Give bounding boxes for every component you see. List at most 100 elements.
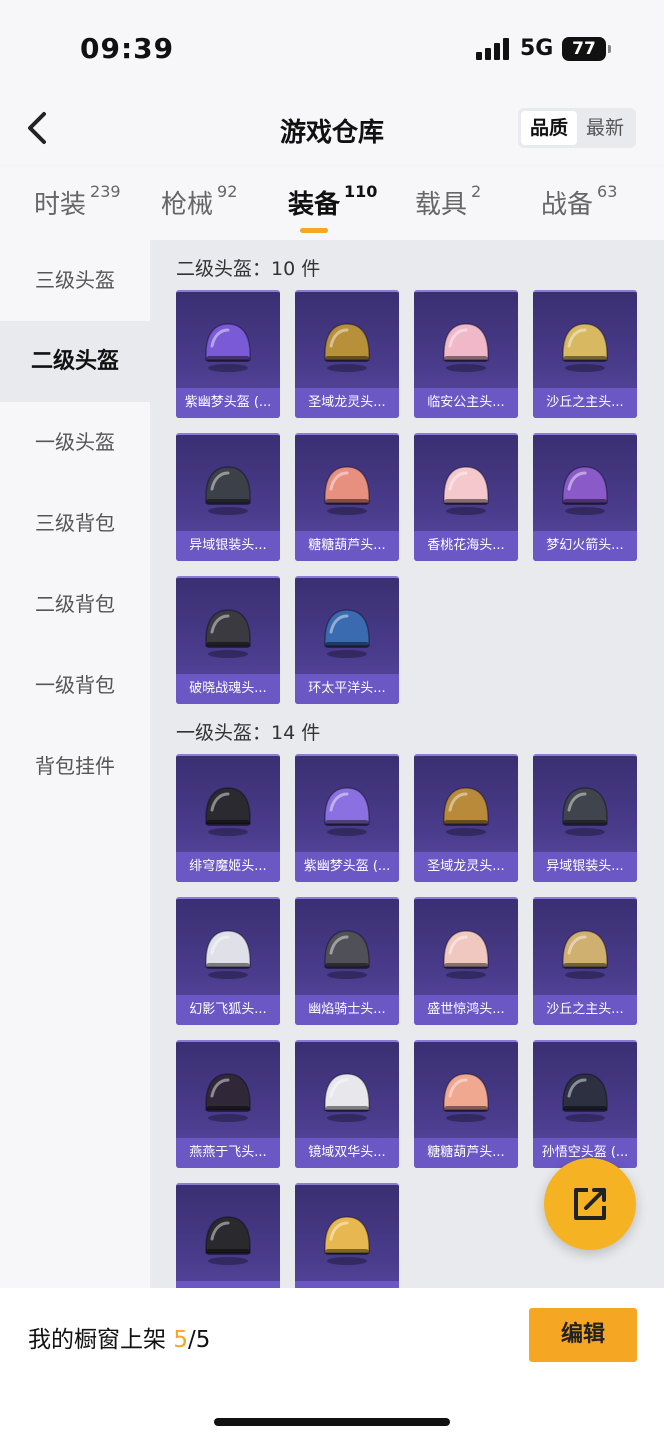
- helmet-icon: [443, 787, 489, 836]
- showcase-count: 我的橱窗上架 5/5: [28, 1327, 211, 1353]
- tab-guns[interactable]: 枪械 92: [161, 182, 237, 221]
- item-card[interactable]: 紫幽梦头盔 (...: [295, 754, 399, 882]
- item-name: 紫幽梦头盔 (...: [295, 852, 399, 882]
- item-card[interactable]: 幻影飞狐头...: [176, 897, 280, 1025]
- helmet-icon: [443, 466, 489, 515]
- network-label: 5G: [520, 36, 554, 61]
- helmet-icon: [562, 466, 608, 515]
- tab-equipment[interactable]: 装备 110: [288, 182, 377, 233]
- helmet-icon: [562, 787, 608, 836]
- item-card[interactable]: 香桃花海头...: [414, 433, 518, 561]
- helmet-icon: [205, 1073, 251, 1122]
- tab-vehicles[interactable]: 载具 2: [415, 182, 481, 221]
- item-name: 糖糖葫芦头...: [295, 531, 399, 561]
- item-name: 异域银装头...: [533, 852, 637, 882]
- sidebar-item-backpack-pendant[interactable]: 背包挂件: [0, 726, 150, 807]
- item-name: 香桃花海头...: [414, 531, 518, 561]
- helmet-icon: [205, 323, 251, 372]
- item-card[interactable]: 燕燕于飞头...: [176, 1040, 280, 1168]
- signal-icon: [476, 38, 510, 60]
- clock: 09:39: [80, 32, 175, 65]
- item-card[interactable]: 绯穹魔姬头...: [176, 754, 280, 882]
- sidebar-item-lvl1-helmet[interactable]: 一级头盔: [0, 402, 150, 483]
- section-title: 二级头盔：10 件: [176, 258, 321, 280]
- item-card[interactable]: 梦幻火箭头...: [533, 433, 637, 561]
- item-card[interactable]: [176, 1183, 280, 1290]
- section-title: 一级头盔：14 件: [176, 722, 321, 744]
- helmet-icon: [324, 323, 370, 372]
- item-name: 糖糖葫芦头...: [414, 1138, 518, 1168]
- item-name: 圣域龙灵头...: [295, 388, 399, 418]
- item-name: 环太平洋头...: [295, 674, 399, 704]
- helmet-icon: [205, 609, 251, 658]
- helmet-icon: [205, 787, 251, 836]
- item-card[interactable]: 环太平洋头...: [295, 576, 399, 704]
- helmet-icon: [443, 1073, 489, 1122]
- share-icon: [574, 1188, 606, 1220]
- item-name: 圣域龙灵头...: [414, 852, 518, 882]
- item-list[interactable]: 二级头盔：10 件 紫幽梦头盔 (... 圣域龙灵头... 临安公主头... 沙丘之主…: [150, 240, 664, 1290]
- item-card[interactable]: 异域银装头...: [176, 433, 280, 561]
- sidebar-item-lvl1-backpack[interactable]: 一级背包: [0, 645, 150, 726]
- item-name: 沙丘之主头...: [533, 388, 637, 418]
- item-name: 紫幽梦头盔 (...: [176, 388, 280, 418]
- helmet-icon: [443, 323, 489, 372]
- sidebar-item-lvl3-backpack[interactable]: 三级背包: [0, 483, 150, 564]
- item-card[interactable]: 沙丘之主头...: [533, 897, 637, 1025]
- item-name: 幽焰骑士头...: [295, 995, 399, 1025]
- item-name: 沙丘之主头...: [533, 995, 637, 1025]
- helmet-icon: [324, 609, 370, 658]
- sidebar: 三级头盔 二级头盔 一级头盔 三级背包 二级背包 一级背包 背包挂件: [0, 240, 150, 1290]
- helmet-icon: [443, 930, 489, 979]
- sort-quality-button[interactable]: 品质: [521, 111, 577, 145]
- item-card[interactable]: 临安公主头...: [414, 290, 518, 418]
- item-name: 盛世惊鸿头...: [414, 995, 518, 1025]
- item-card[interactable]: 异域银装头...: [533, 754, 637, 882]
- item-name: 临安公主头...: [414, 388, 518, 418]
- sidebar-item-lvl3-helmet[interactable]: 三级头盔: [0, 240, 150, 321]
- tab-supplies[interactable]: 战备 63: [541, 182, 617, 221]
- helmet-icon: [324, 466, 370, 515]
- helmet-icon: [324, 1073, 370, 1122]
- status-bar: 09:39 5G 77: [0, 0, 664, 96]
- sidebar-item-lvl2-backpack[interactable]: 二级背包: [0, 564, 150, 645]
- item-card[interactable]: 紫幽梦头盔 (...: [176, 290, 280, 418]
- bottom-bar: 我的橱窗上架 5/5 编辑: [0, 1288, 664, 1440]
- helmet-icon: [324, 1216, 370, 1265]
- item-card[interactable]: 糖糖葫芦头...: [295, 433, 399, 561]
- item-name: 破晓战魂头...: [176, 674, 280, 704]
- share-button[interactable]: [544, 1158, 636, 1250]
- sidebar-item-lvl2-helmet[interactable]: 二级头盔: [0, 321, 150, 402]
- helmet-icon: [324, 930, 370, 979]
- item-card[interactable]: 糖糖葫芦头...: [414, 1040, 518, 1168]
- helmet-icon: [205, 930, 251, 979]
- sort-toggle: 品质 最新: [518, 108, 636, 148]
- item-name: 梦幻火箭头...: [533, 531, 637, 561]
- battery-icon: 77: [562, 37, 611, 61]
- edit-button[interactable]: 编辑: [529, 1308, 637, 1362]
- item-card[interactable]: 镜域双华头...: [295, 1040, 399, 1168]
- item-card[interactable]: 破晓战魂头...: [176, 576, 280, 704]
- item-card[interactable]: 幽焰骑士头...: [295, 897, 399, 1025]
- item-card[interactable]: 沙丘之主头...: [533, 290, 637, 418]
- category-tabs: 时装 239 枪械 92 装备 110 载具 2 战备 63: [0, 168, 664, 240]
- helmet-icon: [562, 1073, 608, 1122]
- item-name: 燕燕于飞头...: [176, 1138, 280, 1168]
- item-grid: 紫幽梦头盔 (... 圣域龙灵头... 临安公主头... 沙丘之主头... 异域银装头.…: [176, 290, 637, 704]
- helmet-icon: [205, 466, 251, 515]
- home-indicator[interactable]: [214, 1418, 450, 1426]
- helmet-icon: [324, 787, 370, 836]
- item-card[interactable]: 圣域龙灵头...: [295, 290, 399, 418]
- item-name: 幻影飞狐头...: [176, 995, 280, 1025]
- helmet-icon: [562, 930, 608, 979]
- item-card[interactable]: [295, 1183, 399, 1290]
- item-name: 镜域双华头...: [295, 1138, 399, 1168]
- helmet-icon: [562, 323, 608, 372]
- item-card[interactable]: 孙悟空头盔 (...: [533, 1040, 637, 1168]
- header: 游戏仓库 品质 最新: [0, 96, 664, 164]
- item-card[interactable]: 圣域龙灵头...: [414, 754, 518, 882]
- tab-fashion[interactable]: 时装 239: [34, 182, 121, 221]
- item-card[interactable]: 盛世惊鸿头...: [414, 897, 518, 1025]
- helmet-icon: [205, 1216, 251, 1265]
- sort-newest-button[interactable]: 最新: [577, 111, 633, 145]
